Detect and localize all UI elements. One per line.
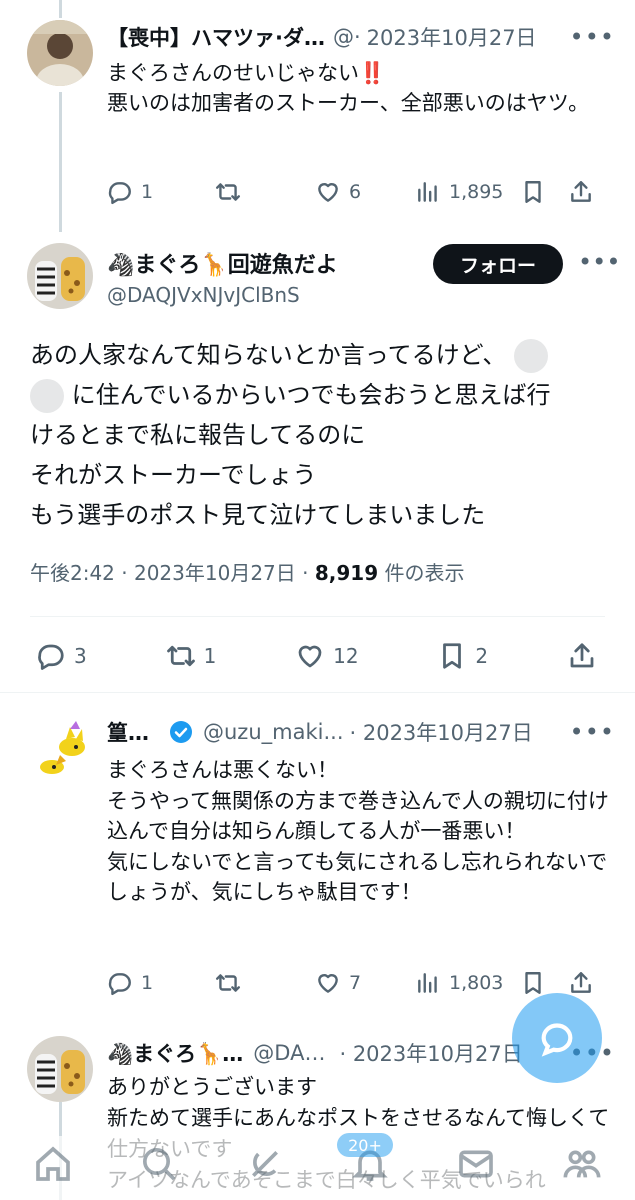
share-button[interactable]: [567, 641, 597, 671]
tweet-text-line-2: に住んでいるからいつでも会おうと思えば行: [71, 381, 551, 409]
author-name[interactable]: 🦓まぐろ🦒…: [107, 1038, 243, 1068]
like-button[interactable]: 6: [315, 179, 415, 205]
view-count: 1,895: [449, 181, 504, 203]
heart-icon: [298, 645, 322, 668]
divider: [30, 616, 605, 617]
notification-badge: 20+: [337, 1133, 393, 1157]
more-icon[interactable]: •••: [578, 248, 620, 276]
reply-tweet-1[interactable]: 【喪中】ハマツァ·ダ… @· 2023年10月27日 ••• まぐろさんのせいじ…: [0, 0, 635, 230]
main-tweet-text: あの人家なんて知らないとか言ってるけど、 に住んでいるからいつでも会おうと思えば…: [30, 335, 615, 535]
share-button[interactable]: [568, 970, 594, 996]
views-button[interactable]: 1,895: [415, 179, 520, 205]
bottom-nav: [0, 1136, 635, 1200]
retweet-count: 1: [203, 644, 217, 668]
compose-icon: [541, 1023, 573, 1057]
reply-icon: [108, 182, 131, 205]
verified-badge-icon: [170, 721, 192, 743]
more-icon[interactable]: •••: [570, 23, 615, 51]
tweet-meta: 午後2:42 · 2023年10月27日 · 8,919 件の表示: [30, 557, 464, 586]
search-icon[interactable]: [139, 1144, 179, 1184]
follow-button[interactable]: フォロー: [433, 244, 563, 284]
views-icon: [418, 182, 437, 202]
like-count: 12: [333, 644, 359, 668]
retweet-icon: [215, 974, 241, 992]
home-icon[interactable]: [33, 1144, 73, 1184]
reply-button[interactable]: 1: [107, 179, 215, 205]
messages-icon[interactable]: [456, 1144, 496, 1184]
reply-count: 3: [74, 644, 87, 668]
views-button[interactable]: 1,803: [415, 970, 520, 996]
communities-icon[interactable]: [562, 1144, 602, 1184]
like-count: 7: [349, 972, 362, 994]
bookmark-icon: [525, 972, 541, 994]
avatar[interactable]: [27, 243, 93, 309]
tweet-text-line-1: あの人家なんて知らないとか言ってるけど、: [30, 341, 507, 369]
view-count: 8,919: [314, 561, 379, 585]
redacted-mark: [514, 339, 549, 373]
tweet-time[interactable]: 午後2:42 · 2023年10月27日 ·: [30, 561, 315, 585]
bookmark-button[interactable]: 2: [437, 641, 488, 671]
author-name[interactable]: 【喪中】ハマツァ·ダ…: [107, 22, 325, 52]
retweet-icon: [166, 645, 195, 667]
reply-icon: [38, 644, 64, 670]
author-handle[interactable]: @uzu_maki...: [203, 720, 344, 744]
views-label: 件の表示: [378, 561, 465, 585]
timestamp[interactable]: 2023年10月27日: [367, 22, 537, 52]
reply-button[interactable]: 1: [107, 970, 215, 996]
grok-icon[interactable]: [245, 1144, 285, 1184]
like-button[interactable]: 12: [295, 641, 359, 671]
bookmark-count: 2: [475, 644, 489, 668]
avatar[interactable]: [27, 1036, 93, 1102]
avatar[interactable]: [27, 20, 93, 86]
reply-icon: [108, 973, 131, 996]
share-icon: [571, 181, 591, 202]
reply-button[interactable]: 3: [36, 641, 87, 671]
like-count: 6: [349, 181, 362, 203]
retweet-button[interactable]: [215, 970, 315, 996]
tweet-text: まぐろさんのせいじゃない‼️ 悪いのは加害者のストーカー、全部悪いのはヤツ。: [107, 61, 590, 115]
more-icon[interactable]: •••: [570, 718, 615, 746]
reply-count: 1: [141, 181, 154, 203]
bookmark-button[interactable]: [520, 970, 568, 996]
author-handle[interactable]: @DA…: [253, 1041, 325, 1065]
reply-tweet-2[interactable]: 篁… @uzu_maki... · 2023年10月27日 ••• まぐろさんは…: [0, 695, 635, 1020]
avatar[interactable]: [32, 717, 94, 779]
share-icon: [570, 643, 594, 668]
retweet-icon: [215, 183, 241, 201]
author-handle[interactable]: @DAQJVxNJvJClBnS: [107, 283, 300, 307]
share-button[interactable]: [568, 179, 594, 205]
tweet-text-rest: けるとまで私に報告してるのに それがストーカーでしょう もう選手のポスト見て泣け…: [30, 421, 486, 529]
reply-count: 1: [141, 972, 154, 994]
divider: [0, 692, 635, 693]
bookmark-icon: [525, 181, 541, 203]
view-count: 1,803: [449, 972, 504, 994]
heart-icon: [318, 183, 338, 202]
retweet-button[interactable]: 1: [166, 641, 217, 671]
views-icon: [418, 973, 437, 993]
compose-button[interactable]: [512, 993, 602, 1083]
timestamp[interactable]: · 2023年10月27日: [350, 717, 533, 747]
like-button[interactable]: 7: [315, 970, 415, 996]
tweet-text: まぐろさんは悪くない！ そうやって無関係の方まで巻き込んで人の親切に付け込んで自…: [107, 758, 609, 904]
timestamp[interactable]: · 2023年10月27日: [339, 1038, 522, 1068]
author-handle[interactable]: @·: [333, 25, 361, 49]
author-name[interactable]: 篁…: [107, 717, 149, 747]
redacted-mark: [30, 379, 64, 413]
bookmark-icon: [443, 643, 462, 669]
bookmark-button[interactable]: [520, 179, 568, 205]
share-icon: [571, 972, 591, 993]
retweet-button[interactable]: [215, 179, 315, 205]
heart-icon: [318, 974, 338, 993]
author-name[interactable]: 🦓まぐろ🦒回遊魚だよ: [107, 247, 338, 279]
